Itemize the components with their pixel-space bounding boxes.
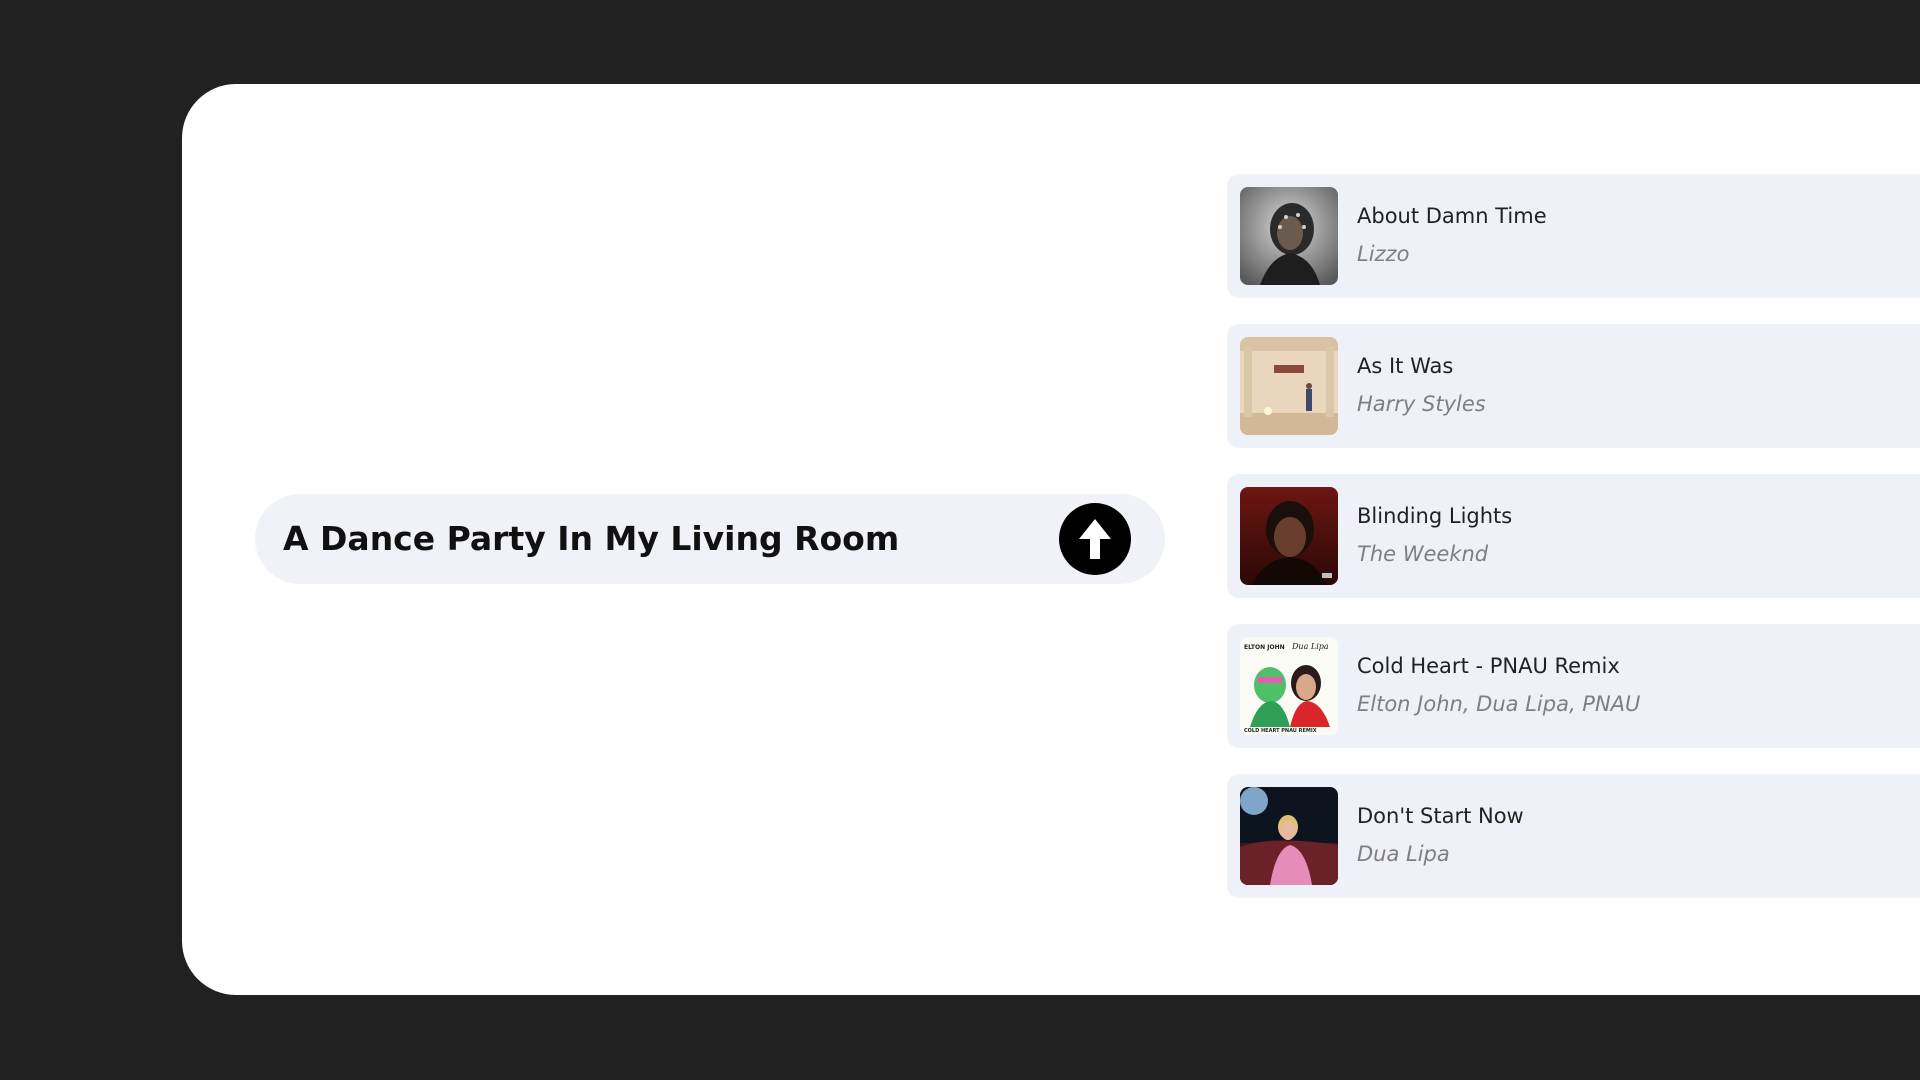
cover-caption-left: ELTON JOHN — [1244, 644, 1285, 651]
album-cover — [1240, 337, 1338, 435]
song-artist: Harry Styles — [1357, 392, 1486, 416]
song-card[interactable]: Don't Start Now Dua Lipa — [1227, 774, 1920, 898]
prompt-text[interactable]: A Dance Party In My Living Room — [283, 494, 899, 584]
song-artist: Dua Lipa — [1357, 842, 1450, 866]
song-title: Cold Heart - PNAU Remix — [1357, 654, 1620, 678]
album-cover — [1240, 487, 1338, 585]
song-card[interactable]: Blinding Lights The Weeknd — [1227, 474, 1920, 598]
submit-button[interactable] — [1059, 503, 1131, 575]
main-panel: A Dance Party In My Living Room About Da… — [182, 84, 1920, 995]
song-title: About Damn Time — [1357, 204, 1547, 228]
song-card[interactable]: As It Was Harry Styles — [1227, 324, 1920, 448]
song-title: Don't Start Now — [1357, 804, 1524, 828]
arrow-up-icon — [1079, 519, 1111, 559]
song-title: Blinding Lights — [1357, 504, 1513, 528]
song-title: As It Was — [1357, 354, 1454, 378]
prompt-bar[interactable]: A Dance Party In My Living Room — [255, 494, 1165, 584]
song-artist: The Weeknd — [1357, 542, 1489, 566]
cover-caption-right: Dua Lipa — [1291, 642, 1329, 651]
album-cover — [1240, 787, 1338, 885]
cover-footer: COLD HEART PNAU REMIX — [1244, 728, 1317, 734]
song-artist: Elton John, Dua Lipa, PNAU — [1357, 692, 1641, 716]
album-cover — [1240, 187, 1338, 285]
song-artist: Lizzo — [1357, 242, 1410, 266]
album-cover: ELTON JOHN Dua Lipa COLD HEART PNAU REMI… — [1240, 637, 1338, 735]
song-card[interactable]: ELTON JOHN Dua Lipa COLD HEART PNAU REMI… — [1227, 624, 1920, 748]
song-card[interactable]: About Damn Time Lizzo — [1227, 174, 1920, 298]
